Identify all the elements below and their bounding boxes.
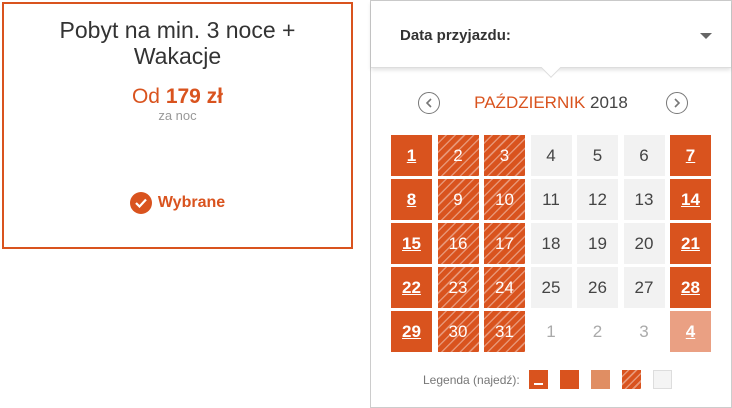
legend: Legenda (najedź): <box>423 370 684 389</box>
selected-indicator: Wybrane <box>4 192 351 214</box>
calendar-day[interactable]: 4 <box>670 311 711 352</box>
calendar-grid: 1 2 3 4 5 6 7 8 9 10 11 12 13 14 15 16 17 18 19 20 21 22 23 24 2… <box>391 135 711 352</box>
legend-label: Legenda (najedź): <box>423 372 520 387</box>
calendar-day[interactable]: 25 <box>530 267 572 308</box>
calendar-day[interactable]: 3 <box>623 311 665 352</box>
check-circle-icon <box>129 192 152 214</box>
offer-price: Od 179 zł <box>4 85 351 109</box>
calendar-day[interactable]: 15 <box>391 223 432 264</box>
month-year: 2018 <box>590 93 628 112</box>
calendar-day[interactable]: 8 <box>391 179 432 220</box>
calendar-day[interactable]: 7 <box>670 135 711 176</box>
arrival-date-label: Data przyjazdu: <box>400 27 511 44</box>
calendar-day[interactable]: 9 <box>437 179 479 220</box>
calendar-day[interactable]: 28 <box>670 267 711 308</box>
legend-swatch-light[interactable] <box>590 370 610 389</box>
chevron-right-icon <box>674 98 681 108</box>
calendar-panel: Data przyjazdu: PAŹDZIERNIK 2018 1234567… <box>370 0 732 408</box>
calendar-day[interactable]: 11 <box>530 179 572 220</box>
legend-swatch-underlined[interactable] <box>528 370 548 389</box>
next-month-button[interactable] <box>666 92 688 114</box>
legend-swatch-hatched[interactable] <box>621 370 641 389</box>
calendar-day[interactable]: 18 <box>530 223 572 264</box>
calendar-day[interactable]: 6 <box>623 135 665 176</box>
calendar-day[interactable]: 30 <box>437 311 479 352</box>
selected-label: Wybrane <box>157 194 226 211</box>
arrival-date-dropdown[interactable]: Data przyjazdu: <box>371 1 731 78</box>
calendar-day[interactable]: 17 <box>484 223 525 264</box>
calendar-day[interactable]: 24 <box>484 267 525 308</box>
offer-card[interactable]: Pobyt na min. 3 noce + Wakacje Od 179 zł… <box>2 2 353 249</box>
price-prefix: Od <box>131 85 160 108</box>
calendar-day[interactable]: 12 <box>577 179 618 220</box>
calendar-day[interactable]: 2 <box>577 311 618 352</box>
dropdown-pointer <box>541 58 561 78</box>
calendar-day[interactable]: 1 <box>391 135 432 176</box>
calendar-day[interactable]: 2 <box>437 135 479 176</box>
legend-swatch-solid[interactable] <box>559 370 579 389</box>
calendar-day[interactable]: 23 <box>437 267 479 308</box>
calendar-day[interactable]: 14 <box>670 179 711 220</box>
calendar-day[interactable]: 22 <box>391 267 432 308</box>
calendar-day[interactable]: 21 <box>670 223 711 264</box>
calendar-day[interactable]: 26 <box>577 267 618 308</box>
calendar-day[interactable]: 29 <box>391 311 432 352</box>
legend-swatch-empty[interactable] <box>652 370 672 389</box>
calendar-day[interactable]: 13 <box>623 179 665 220</box>
calendar-day[interactable]: 3 <box>484 135 525 176</box>
price-amount: 179 zł <box>165 85 224 108</box>
calendar-day[interactable]: 5 <box>577 135 618 176</box>
price-per-night-label: za noc <box>158 108 197 123</box>
calendar-day[interactable]: 27 <box>623 267 665 308</box>
month-navigation: PAŹDZIERNIK 2018 <box>371 92 731 116</box>
offer-title: Pobyt na min. 3 noce + Wakacje <box>59 17 296 69</box>
calendar-day[interactable]: 31 <box>484 311 525 352</box>
calendar-day[interactable]: 1 <box>530 311 572 352</box>
month-name: PAŹDZIERNIK <box>474 93 586 112</box>
calendar-day[interactable]: 16 <box>437 223 479 264</box>
calendar-day[interactable]: 10 <box>484 179 525 220</box>
caret-down-icon[interactable] <box>700 33 712 39</box>
calendar-day[interactable]: 19 <box>577 223 618 264</box>
calendar-day[interactable]: 4 <box>530 135 572 176</box>
calendar-day[interactable]: 20 <box>623 223 665 264</box>
